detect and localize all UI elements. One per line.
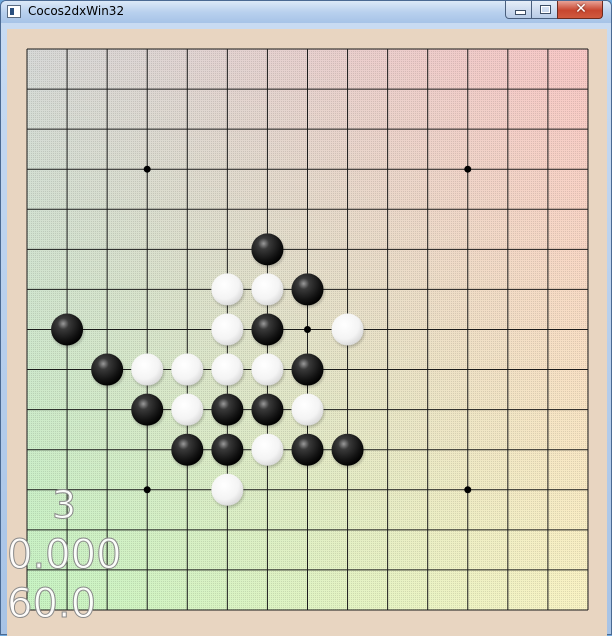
white-stone [250, 353, 287, 390]
white-stone [170, 393, 207, 430]
fps-counter: 60.0 [7, 581, 97, 627]
black-stone [90, 353, 127, 390]
seconds-per-frame-counter: 0.000 [7, 532, 122, 578]
white-stone [210, 473, 247, 510]
app-icon [7, 5, 21, 18]
close-icon: ✕ [575, 1, 587, 17]
black-stone [290, 433, 327, 470]
game-canvas[interactable]: 3 0.000 60.0 [7, 29, 607, 636]
draw-calls-counter: 3 [51, 483, 77, 527]
minimize-icon [515, 10, 526, 15]
window-title: Cocos2dxWin32 [28, 4, 125, 18]
black-stone [290, 273, 327, 310]
white-stone [210, 273, 247, 310]
white-stone [250, 273, 287, 310]
white-stone [130, 353, 167, 390]
maximize-icon [540, 5, 551, 14]
black-stone [330, 433, 367, 470]
black-stone [170, 433, 207, 470]
black-stone [290, 353, 327, 390]
star-point [464, 486, 472, 494]
black-stone [210, 433, 247, 470]
star-point [143, 486, 151, 494]
maximize-button[interactable] [531, 1, 558, 19]
star-point [464, 165, 472, 173]
white-stone [330, 313, 367, 350]
title-bar[interactable]: Cocos2dxWin32 ✕ [1, 1, 611, 23]
black-stone [50, 313, 87, 350]
star-point [143, 165, 151, 173]
white-stone [170, 353, 207, 390]
black-stone [210, 393, 247, 430]
black-stone [130, 393, 167, 430]
white-stone [290, 393, 327, 430]
black-stone [250, 393, 287, 430]
white-stone [210, 313, 247, 350]
white-stone [250, 433, 287, 470]
app-window: Cocos2dxWin32 ✕ 3 0.000 60.0 [0, 0, 612, 636]
black-stone [250, 313, 287, 350]
close-button[interactable]: ✕ [557, 1, 603, 19]
star-point [303, 325, 311, 333]
minimize-button[interactable] [505, 1, 532, 19]
black-stone [250, 233, 287, 270]
white-stone [210, 353, 247, 390]
